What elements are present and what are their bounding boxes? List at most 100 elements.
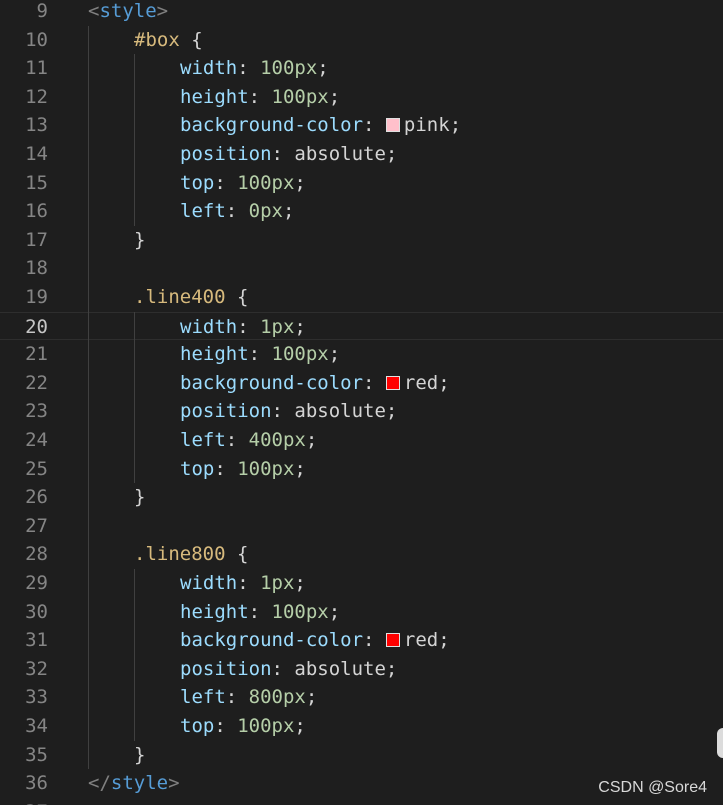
token: 0px (248, 200, 283, 223)
token: absolute (294, 400, 386, 423)
line-number: 33 (25, 686, 48, 709)
token: absolute (294, 143, 386, 165)
line-number: 18 (25, 257, 48, 280)
token: position (180, 400, 272, 423)
token: ; (438, 629, 450, 652)
code-line[interactable]: 37 (0, 798, 723, 805)
code-line[interactable]: 19 .line400 { (0, 283, 723, 312)
code-text: background-color: red; (180, 369, 450, 398)
indent-guide (134, 54, 135, 226)
token: ; (294, 315, 306, 338)
code-line[interactable]: 11 width: 100px; (0, 54, 723, 83)
watermark: CSDN @Sore4 (598, 779, 707, 796)
code-line[interactable]: 10 #box { (0, 26, 723, 55)
code-text: width: 1px; (180, 313, 306, 342)
code-text: position: absolute; (180, 655, 397, 684)
token: ; (385, 400, 398, 423)
indent-guide (88, 25, 89, 770)
token: absolute (294, 657, 386, 680)
token: ; (449, 114, 462, 137)
token: background-color (180, 371, 364, 394)
token: pink (403, 114, 450, 137)
line-number: 16 (25, 200, 48, 223)
code-text: position: absolute; (180, 397, 397, 426)
token: ; (385, 143, 398, 165)
token: 100px (237, 457, 295, 480)
line-number: 20 (25, 315, 48, 338)
code-line[interactable]: 15 top: 100px; (0, 169, 723, 198)
code-line[interactable]: 29 width: 1px; (0, 569, 723, 598)
code-line[interactable]: 16 left: 0px; (0, 197, 723, 226)
token: </ (88, 772, 111, 795)
code-text: #box { (134, 26, 203, 55)
indent-guide (134, 569, 135, 741)
token: 1px (260, 572, 295, 594)
line-number: 13 (25, 114, 48, 137)
code-text: } (134, 226, 145, 255)
token: left (180, 200, 226, 223)
code-line[interactable]: 27 (0, 512, 723, 541)
token: ; (294, 572, 306, 594)
token: ; (328, 343, 341, 366)
color-swatch-icon[interactable] (385, 375, 400, 390)
token: ; (282, 200, 295, 223)
token: 100px (260, 57, 318, 80)
code-text: left: 800px; (180, 683, 317, 712)
line-number: 34 (25, 715, 48, 737)
code-text: width: 100px; (180, 54, 329, 83)
code-editor[interactable]: 9 <style> 10 #box {11 width: 100px; 12 height:… (0, 0, 723, 805)
token: background-color (180, 114, 364, 137)
code-line[interactable]: 26} (0, 483, 723, 512)
token: : (271, 657, 295, 680)
code-line[interactable]: 20 width: 1px; (0, 311, 723, 342)
token: .line400 (134, 286, 226, 308)
token: 400px (248, 429, 306, 451)
line-number: 15 (25, 171, 48, 194)
code-line[interactable]: 25 top: 100px; (0, 455, 723, 484)
code-line[interactable]: 23 position: absolute; (0, 397, 723, 426)
line-number: 27 (25, 514, 48, 537)
token: ; (305, 686, 318, 709)
line-number: 21 (25, 343, 48, 366)
code-line[interactable]: 21 height: 100px; (0, 340, 723, 369)
token: : (271, 143, 295, 165)
code-line[interactable]: 9 <style> (0, 0, 723, 26)
code-line[interactable]: 35} (0, 741, 723, 770)
token: 100px (271, 85, 329, 108)
token: : (237, 57, 261, 80)
code-line[interactable]: 28 .line800 { (0, 540, 723, 569)
code-text: top: 100px; (180, 169, 306, 198)
token: : (225, 686, 249, 709)
code-line[interactable]: 13 background-color: pink; (0, 111, 723, 140)
line-number: 23 (25, 400, 48, 423)
token: top (180, 457, 215, 480)
token: { (179, 28, 203, 51)
color-swatch-icon[interactable] (385, 633, 400, 648)
code-line[interactable]: 31 background-color: red; (0, 626, 723, 655)
code-text: .line800 { (134, 540, 248, 569)
code-line[interactable]: 33 left: 800px; (0, 683, 723, 712)
token: } (134, 486, 146, 509)
code-line[interactable]: 32 position: absolute; (0, 655, 723, 684)
code-line[interactable]: 17} (0, 226, 723, 255)
code-line[interactable]: 12 height: 100px; (0, 83, 723, 112)
token: > (168, 772, 180, 795)
code-line[interactable]: 24 left: 400px; (0, 426, 723, 455)
token: } (134, 743, 146, 766)
code-line[interactable]: 34 top: 100px; (0, 712, 723, 741)
token: .line800 (134, 543, 226, 566)
code-line[interactable]: 14 position: absolute; (0, 140, 723, 169)
color-swatch-icon[interactable] (385, 118, 400, 133)
token: height (180, 343, 249, 366)
code-text: } (134, 483, 145, 512)
token: ; (294, 457, 306, 480)
code-line[interactable]: 18 (0, 254, 723, 283)
code-line[interactable]: 30 height: 100px; (0, 598, 723, 627)
token: ; (294, 171, 306, 194)
token: : (214, 715, 238, 737)
token: height (180, 85, 249, 108)
token: : (225, 429, 249, 451)
code-line[interactable]: 22 background-color: red; (0, 369, 723, 398)
token: : (363, 114, 386, 137)
scrollbar-thumb[interactable] (717, 728, 723, 758)
